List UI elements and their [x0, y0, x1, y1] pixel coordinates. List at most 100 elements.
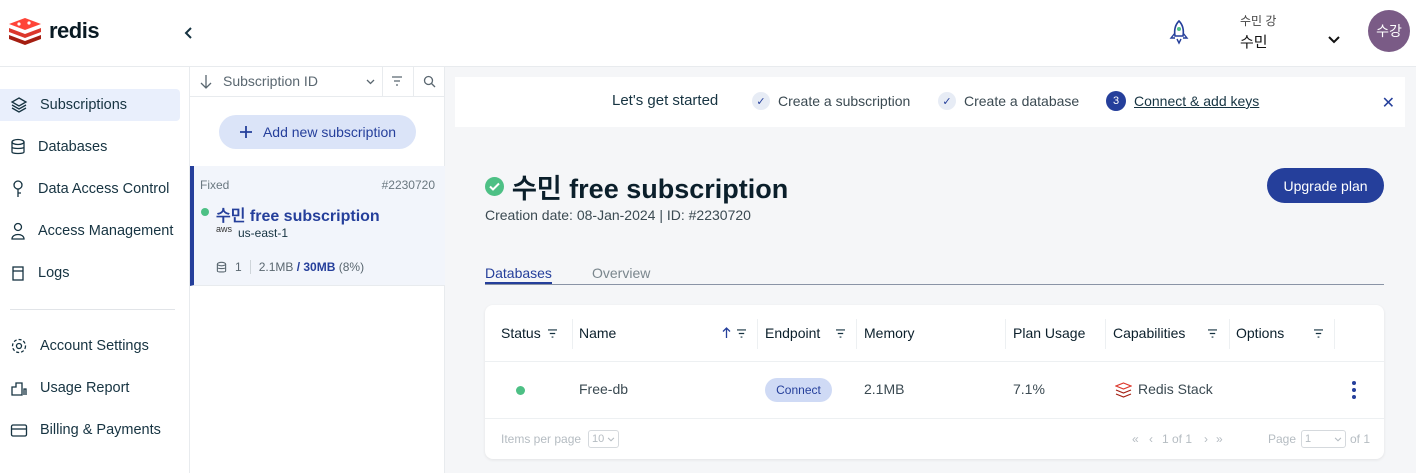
next-page-icon[interactable]: › [1204, 432, 1208, 446]
sidebar-item-label: Access Management [38, 223, 174, 239]
redis-logo[interactable]: redis [7, 16, 100, 46]
items-per-page-select[interactable]: 10 [588, 430, 620, 448]
card-icon [10, 424, 28, 437]
items-per-page-label: Items per page [501, 432, 582, 446]
sidebar: Subscriptions Databases Data Access Cont… [0, 67, 190, 473]
connect-button[interactable]: Connect [765, 378, 832, 402]
sort-bar: Subscription ID [190, 67, 445, 97]
subscription-stats: 1 2.1MB / 30MB (8%) [216, 260, 364, 274]
header-label: Endpoint [765, 325, 821, 341]
banner-title: Let's get started [612, 92, 719, 109]
getting-started-banner: Let's get started ✓ Create a subscriptio… [455, 77, 1405, 127]
getting-started-button[interactable] [1168, 19, 1190, 50]
column-divider [572, 319, 573, 349]
sidebar-item-label: Account Settings [40, 338, 149, 354]
sidebar-item-label: Databases [38, 139, 108, 155]
header-label: Options [1236, 325, 1285, 341]
sort-arrow-down-icon[interactable] [200, 74, 212, 90]
capabilities-value: Redis Stack [1138, 381, 1213, 397]
chevron-left-icon [184, 27, 192, 39]
usage-value: 2.1MB [258, 260, 294, 274]
chevron-down-icon [607, 436, 615, 442]
prev-page-icon[interactable]: ‹ [1149, 432, 1153, 446]
close-icon[interactable]: ✕ [1382, 93, 1395, 113]
column-header-endpoint[interactable]: Endpoint [765, 325, 820, 341]
sort-arrow-up-icon[interactable] [722, 327, 731, 339]
column-header-capabilities[interactable]: Capabilities [1113, 325, 1185, 341]
creation-info: Creation date: 08-Jan-2024 | ID: #223072… [485, 207, 751, 223]
upgrade-plan-button[interactable]: Upgrade plan [1267, 168, 1384, 203]
tab-overview[interactable]: Overview [592, 265, 650, 281]
database-name[interactable]: Free-db [579, 381, 628, 397]
sidebar-item-subscriptions[interactable]: Subscriptions [0, 89, 180, 121]
divider [413, 67, 414, 97]
sidebar-item-databases[interactable]: Databases [0, 131, 180, 163]
aws-logo-icon: aws [216, 224, 233, 234]
sort-field-select[interactable]: Subscription ID [223, 73, 318, 89]
row-divider [485, 361, 1384, 362]
logo-text: redis [49, 18, 100, 43]
sidebar-item-usage-report[interactable]: Usage Report [0, 372, 180, 404]
subscription-region: us-east-1 [238, 226, 289, 240]
add-subscription-button[interactable]: Add new subscription [219, 115, 416, 149]
column-header-plan-usage[interactable]: Plan Usage [1013, 325, 1085, 341]
filter-icon[interactable] [391, 76, 403, 86]
add-subscription-label: Add new subscription [262, 124, 397, 140]
divider [382, 67, 383, 97]
sidebar-item-account-settings[interactable]: Account Settings [0, 330, 180, 362]
sidebar-item-logs[interactable]: Logs [0, 257, 180, 289]
account-switcher[interactable]: 수민 강 수민 [1240, 12, 1276, 52]
filter-icon[interactable] [736, 329, 747, 338]
column-header-memory[interactable]: Memory [864, 325, 915, 341]
chevron-down-icon[interactable] [1327, 32, 1341, 50]
usage-percent: (8%) [338, 260, 365, 274]
chevron-down-icon[interactable] [366, 79, 375, 85]
database-icon [11, 138, 25, 155]
status-dot [201, 208, 209, 216]
header-label: Plan Usage [1013, 325, 1086, 341]
sidebar-item-billing-payments[interactable]: Billing & Payments [0, 414, 180, 446]
page-select[interactable]: 1 [1301, 430, 1346, 448]
column-divider [1105, 319, 1106, 349]
memory-usage: 2.1MB / 30MB (8%) [259, 260, 364, 274]
step-connect-keys[interactable]: 3 Connect & add keys [1106, 91, 1259, 111]
sidebar-item-access-management[interactable]: Access Management [0, 215, 180, 247]
collapse-sidebar-button[interactable] [178, 22, 200, 44]
sidebar-item-data-access-control[interactable]: Data Access Control [0, 173, 180, 205]
user-icon [11, 222, 25, 240]
more-options-icon[interactable] [1352, 381, 1356, 399]
step-label: Create a subscription [778, 93, 911, 109]
row-divider [485, 418, 1384, 419]
column-header-name[interactable]: Name [579, 325, 616, 341]
column-header-status[interactable]: Status [501, 325, 558, 341]
page-title: 수민 free subscription [512, 174, 789, 204]
header-label: Status [501, 325, 541, 341]
column-header-options[interactable]: Options [1236, 325, 1284, 341]
tab-databases[interactable]: Databases [485, 265, 552, 281]
usage-limit: / 30MB [296, 260, 336, 274]
filter-icon[interactable] [547, 328, 558, 338]
main-content: Let's get started ✓ Create a subscriptio… [445, 67, 1416, 473]
column-divider [1334, 319, 1335, 349]
logs-icon [12, 266, 24, 281]
filter-icon[interactable] [1313, 329, 1324, 338]
first-page-icon[interactable]: « [1132, 432, 1139, 446]
divider [249, 260, 251, 274]
column-divider [856, 319, 857, 349]
step-create-database: ✓ Create a database [938, 92, 1079, 110]
avatar[interactable]: 수강 [1368, 10, 1410, 52]
filter-icon[interactable] [835, 329, 846, 338]
subscription-card[interactable]: Fixed #2230720 수민 free subscription aws … [190, 166, 445, 286]
filter-icon[interactable] [1207, 329, 1218, 338]
page-label: Page [1268, 432, 1297, 446]
subscription-list-panel: Subscription ID Add new subscription Fix… [190, 67, 445, 473]
tab-bar: Databases Overview [485, 265, 1384, 285]
report-icon [11, 382, 27, 396]
step-link[interactable]: Connect & add keys [1134, 93, 1259, 109]
rocket-icon [1169, 19, 1189, 45]
search-icon[interactable] [423, 75, 436, 88]
subscription-name: 수민 free subscription [216, 208, 380, 225]
page-range: 1 of 1 [1162, 432, 1193, 446]
database-icon [216, 261, 227, 273]
last-page-icon[interactable]: » [1216, 432, 1223, 446]
